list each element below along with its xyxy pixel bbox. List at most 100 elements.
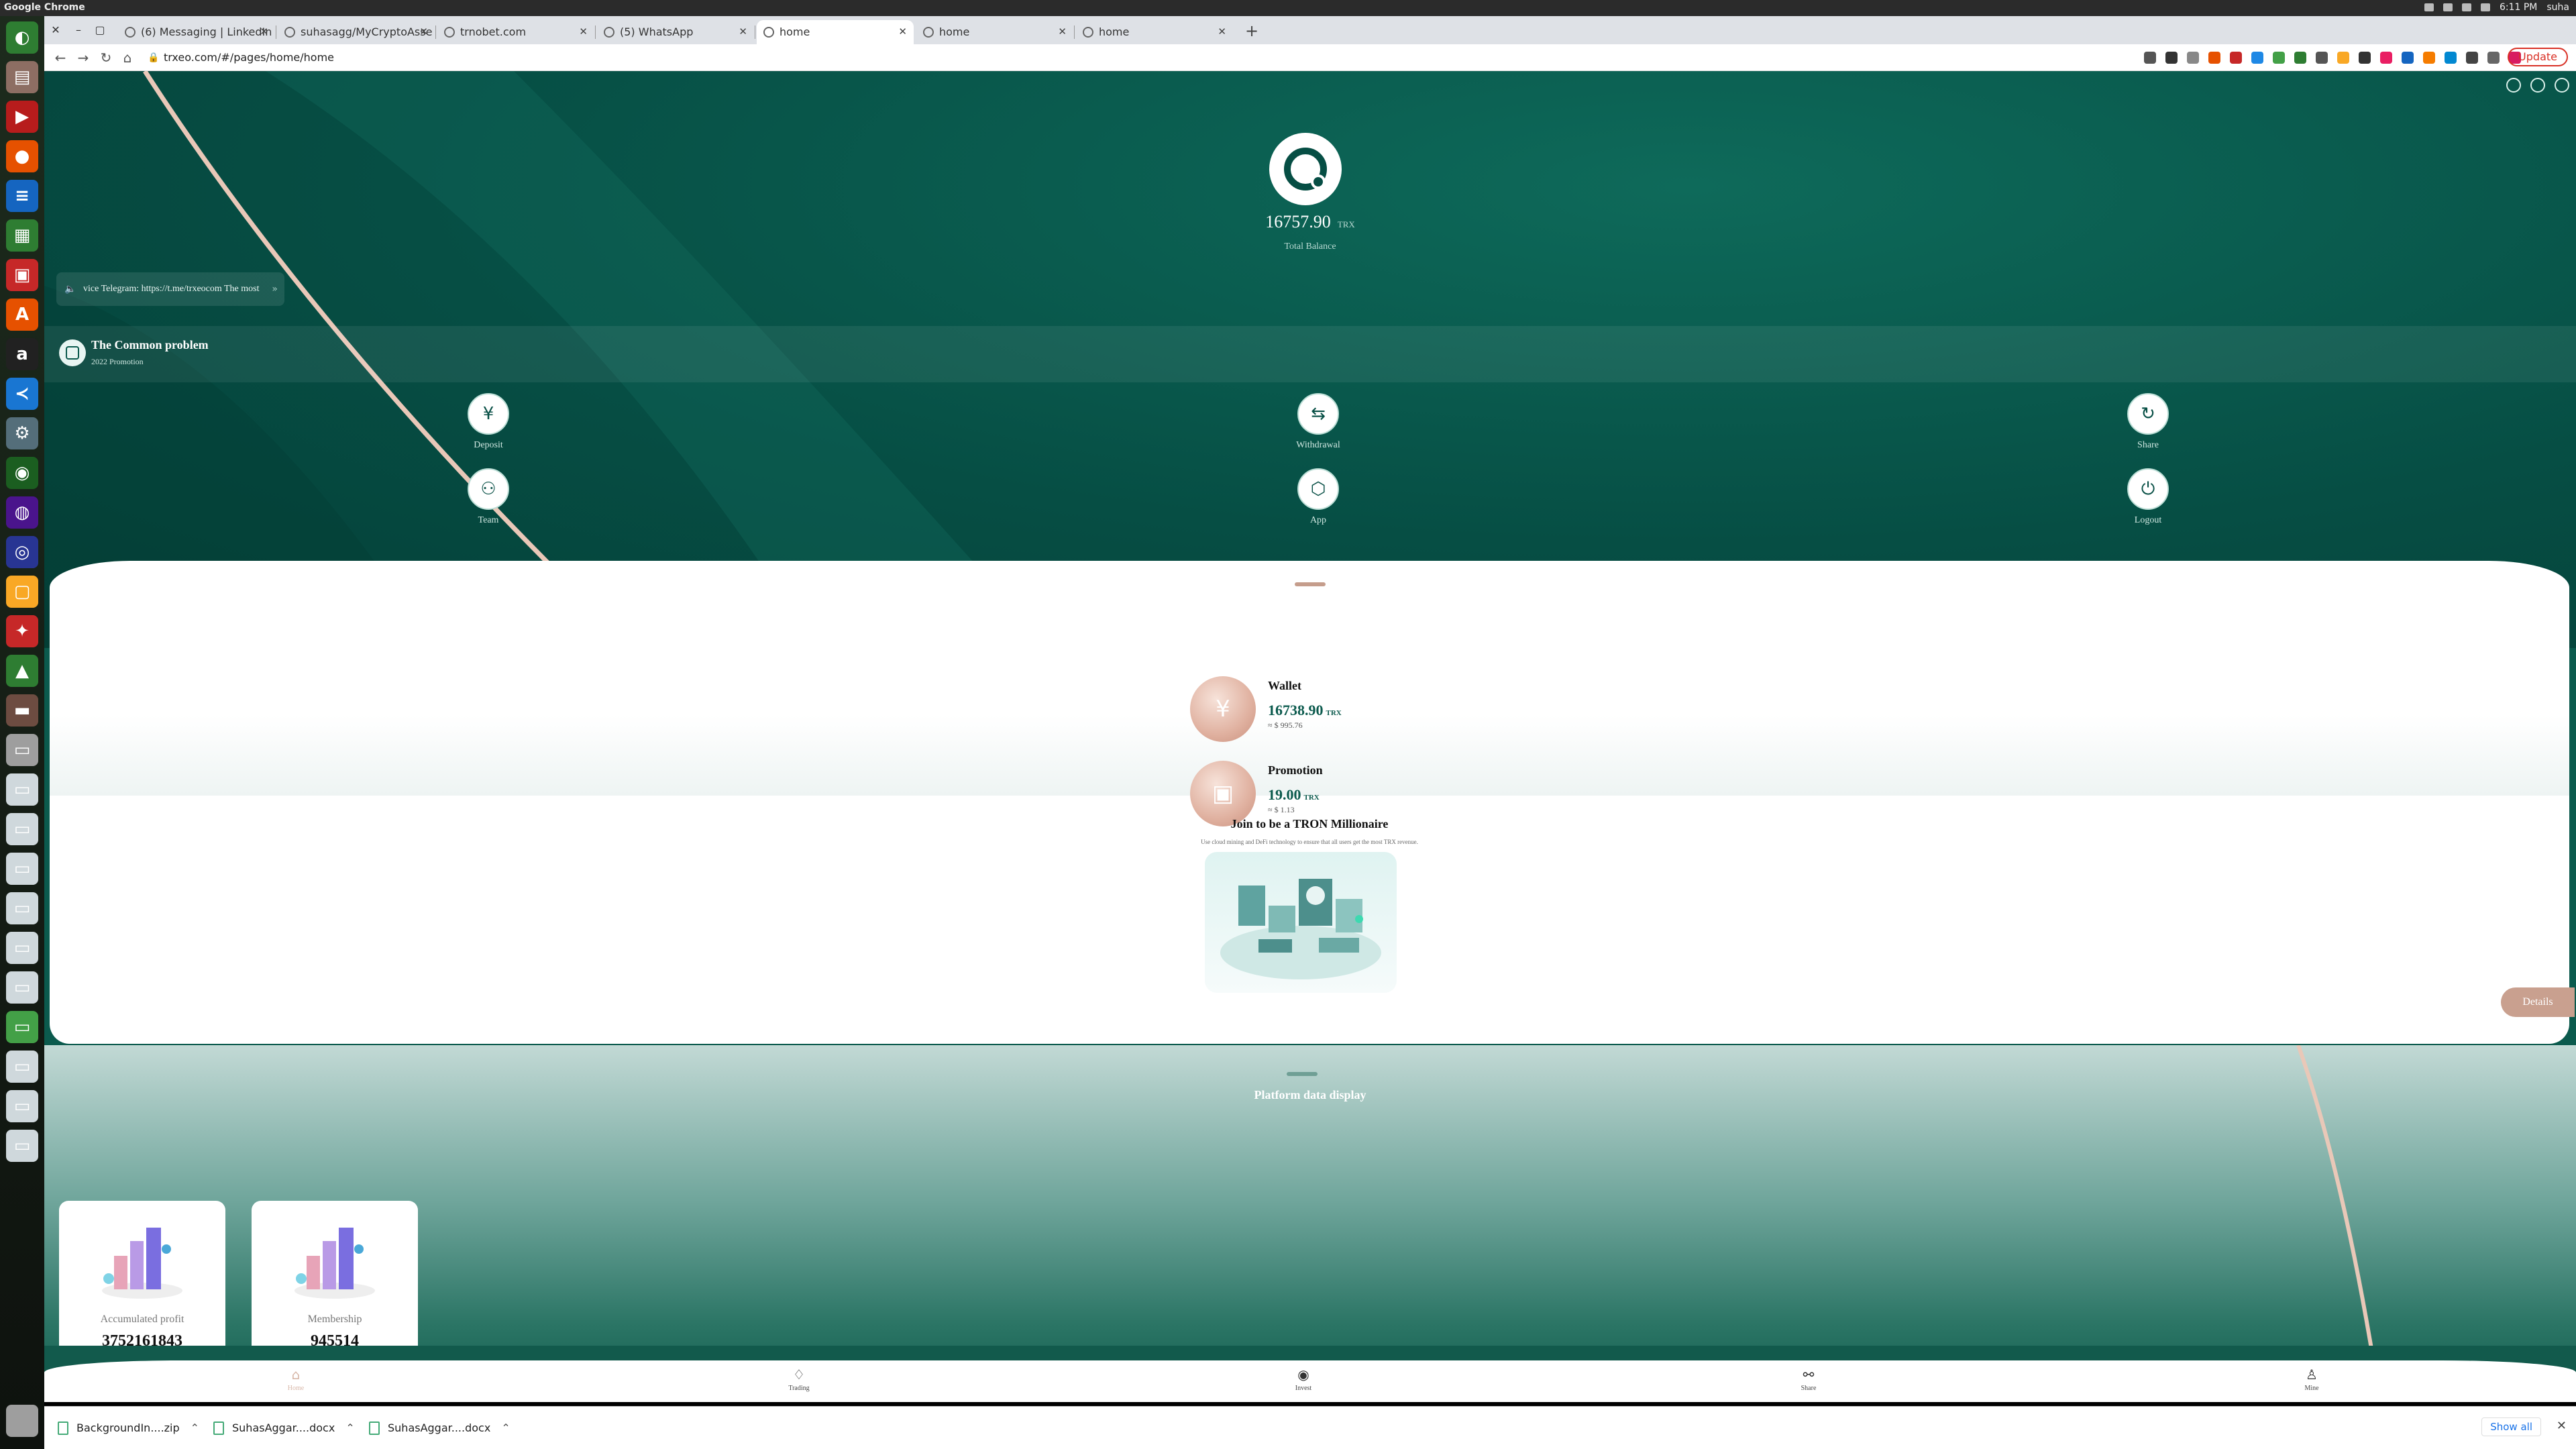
extension-icon[interactable] [2487,52,2500,64]
app-icon[interactable]: ✦ [6,615,38,647]
extension-icon[interactable] [2294,52,2306,64]
action-logout[interactable]: ⏻ Logout [2101,468,2195,526]
amazon-icon[interactable]: a [6,338,38,370]
files-icon[interactable]: ▤ [6,61,38,93]
extension-icon[interactable] [2466,52,2478,64]
drive-icon[interactable]: ▭ [6,932,38,964]
close-tab-icon[interactable]: ✕ [579,25,588,38]
details-button[interactable]: Details [2501,987,2575,1017]
action-deposit[interactable]: ¥ Deposit [441,393,535,451]
close-shelf-icon[interactable]: ✕ [2557,1419,2567,1433]
drive-icon[interactable]: ▭ [6,892,38,924]
close-tab-icon[interactable]: ✕ [739,25,747,38]
writer-icon[interactable]: ≡ [6,180,38,212]
nav-invest[interactable]: ◉ Invest [1270,1366,1337,1392]
double-chevron-right-icon[interactable]: » [272,272,278,306]
drive-icon[interactable]: ▭ [6,813,38,845]
back-icon[interactable]: ← [51,48,70,67]
extension-icon[interactable] [2359,52,2371,64]
tab-active[interactable]: home ✕ [757,20,914,44]
drive-icon[interactable]: ▭ [6,853,38,885]
app-icon[interactable]: ◍ [6,496,38,529]
nav-trading[interactable]: ♢ Trading [765,1366,833,1392]
tab[interactable]: trnobet.com ✕ [437,20,594,44]
chrome-icon[interactable]: ◉ [6,457,38,489]
support-headset-icon[interactable] [2530,78,2545,93]
chevron-up-icon[interactable]: ⌃ [345,1421,354,1434]
action-app[interactable]: ⬡ App [1271,468,1365,526]
bluetooth-icon[interactable] [2443,3,2453,11]
maximize-window-icon[interactable]: ▢ [93,23,107,38]
download-item[interactable]: BackgroundIn....zip ⌃ [58,1419,199,1438]
tab[interactable]: (6) Messaging | LinkedIn ✕ [118,20,275,44]
firefox-icon[interactable]: ● [6,140,38,172]
drive-icon[interactable]: ▭ [6,773,38,806]
download-item[interactable]: SuhasAggar....docx ⌃ [369,1419,511,1438]
nav-share[interactable]: ⚯ Share [1775,1366,1842,1392]
software-center-icon[interactable]: A [6,299,38,331]
drive-icon[interactable]: ▭ [6,734,38,766]
notice-marquee[interactable]: 🔈 vice Telegram: https://t.me/trxeocom T… [56,272,284,306]
extension-icon[interactable] [2423,52,2435,64]
tab[interactable]: home ✕ [916,20,1073,44]
extension-icon[interactable] [2337,52,2349,64]
chevron-up-icon[interactable]: ⌃ [191,1421,199,1434]
network-icon[interactable] [2424,3,2434,11]
notification-icon[interactable] [2506,78,2521,93]
wallet-asset[interactable]: ¥ Wallet 16738.90 TRX ≈ $ 995.76 [1190,676,1391,750]
terminal-icon[interactable]: ▶ [6,101,38,133]
new-tab-button[interactable]: + [1245,21,1258,40]
extension-icon[interactable] [2316,52,2328,64]
extension-icon[interactable] [2208,52,2220,64]
close-tab-icon[interactable]: ✕ [1218,25,1226,38]
app-icon[interactable]: ▬ [6,694,38,727]
close-tab-icon[interactable]: ✕ [1058,25,1067,38]
extension-icon[interactable] [2165,52,2178,64]
tab[interactable]: suhasagg/MyCryptoAsse ✕ [278,20,435,44]
address-bar[interactable]: 🔒 trxeo.com/#/pages/home/home [144,48,2156,68]
close-tab-icon[interactable]: ✕ [898,25,907,38]
reload-icon[interactable]: ↻ [97,48,115,67]
home-page-icon[interactable]: ⌂ [118,48,137,67]
close-tab-icon[interactable]: ✕ [260,25,268,38]
impress-icon[interactable]: ▣ [6,259,38,291]
app-switcher-icon[interactable]: ◐ [6,21,38,54]
language-icon[interactable] [2555,78,2569,93]
settings-icon[interactable]: ⚙ [6,417,38,449]
update-button[interactable]: Update [2508,48,2568,66]
trash-icon[interactable] [6,1405,38,1437]
drive-icon[interactable]: ▭ [6,971,38,1004]
action-share[interactable]: ↻ Share [2101,393,2195,451]
volume-icon[interactable] [2480,3,2490,11]
drive-icon[interactable]: ▭ [6,1011,38,1043]
extension-icon[interactable] [2251,52,2263,64]
forward-icon[interactable]: → [74,48,93,67]
action-team[interactable]: ⚇ Team [441,468,535,526]
clock[interactable]: 6:11 PM [2500,2,2537,13]
drive-icon[interactable]: ▭ [6,1130,38,1162]
nav-mine[interactable]: ♙ Mine [2278,1366,2345,1392]
key-icon[interactable] [2144,52,2156,64]
close-tab-icon[interactable]: ✕ [419,25,428,38]
vscode-icon[interactable]: ≺ [6,378,38,410]
user-name[interactable]: suha [2546,2,2569,13]
extension-icon[interactable] [2445,52,2457,64]
tab[interactable]: home ✕ [1076,20,1233,44]
extension-icon[interactable] [2273,52,2285,64]
tab[interactable]: (5) WhatsApp ✕ [597,20,754,44]
promotion-banner[interactable]: The Common problem 2022 Promotion [44,326,2576,382]
lock-icon[interactable]: 🔒 [148,48,159,68]
notes-icon[interactable]: ▢ [6,576,38,608]
minimize-window-icon[interactable]: – [71,23,86,38]
drive-icon[interactable]: ▭ [6,1090,38,1122]
action-withdrawal[interactable]: ⇆ Withdrawal [1271,393,1365,451]
close-window-icon[interactable]: ✕ [48,23,63,38]
drive-icon[interactable]: ▭ [6,1051,38,1083]
bookmark-star-icon[interactable] [2187,52,2199,64]
extension-icon[interactable] [2380,52,2392,64]
download-item[interactable]: SuhasAggar....docx ⌃ [213,1419,355,1438]
extension-icon[interactable] [2230,52,2242,64]
show-all-downloads-button[interactable]: Show all [2481,1417,2541,1436]
app-icon[interactable]: ▲ [6,655,38,687]
battery-icon[interactable] [2461,3,2471,11]
